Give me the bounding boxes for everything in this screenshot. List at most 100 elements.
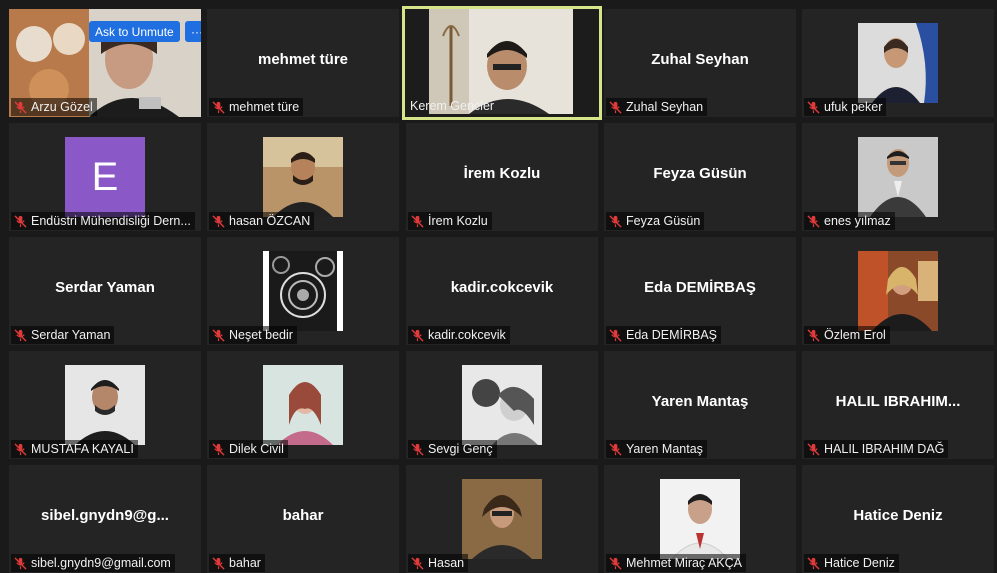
microphone-muted-icon (212, 328, 225, 342)
participant-tile[interactable]: Sevgi Genç (406, 351, 598, 459)
participant-name: Dilek Civil (229, 442, 284, 456)
participant-label: Mehmet Miraç AKÇA (606, 554, 747, 572)
participant-name: Kerem Gencler (410, 99, 495, 113)
more-options-button[interactable]: ··· (185, 21, 201, 42)
participant-label: MUSTAFA KAYALI (11, 440, 138, 458)
participant-label: İrem Kozlu (408, 212, 492, 230)
participant-tile[interactable]: bahar bahar (207, 465, 399, 573)
participant-tile[interactable]: E Endüstri Mühendisliği Dern... (9, 123, 201, 231)
microphone-muted-icon (212, 100, 225, 114)
participant-label: Endüstri Mühendisliği Dern... (11, 212, 195, 230)
participant-tile[interactable]: Dilek Civil (207, 351, 399, 459)
microphone-muted-icon (807, 442, 820, 456)
participant-tile[interactable]: Serdar Yaman Serdar Yaman (9, 237, 201, 345)
video-grid: Ask to Unmute ··· Arzu Gözel mehmet türe… (0, 0, 997, 573)
microphone-muted-icon (14, 556, 27, 570)
participant-label: Serdar Yaman (11, 326, 115, 344)
participant-label: hasan ÖZCAN (209, 212, 315, 230)
participant-tile[interactable]: Eda DEMİRBAŞ Eda DEMİRBAŞ (604, 237, 796, 345)
participant-tile[interactable]: MUSTAFA KAYALI (9, 351, 201, 459)
participant-tile[interactable]: Zuhal Seyhan Zuhal Seyhan (604, 9, 796, 117)
participant-tile[interactable]: Mehmet Miraç AKÇA (604, 465, 796, 573)
participant-tile[interactable]: Ask to Unmute ··· Arzu Gözel (9, 9, 201, 117)
participant-center-name: Eda DEMİRBAŞ (644, 279, 756, 296)
participant-center-name: Zuhal Seyhan (651, 51, 749, 68)
participant-center-name: bahar (282, 507, 324, 524)
participant-tile[interactable]: hasan ÖZCAN (207, 123, 399, 231)
participant-name: Eda DEMİRBAŞ (626, 328, 718, 342)
participant-tile[interactable]: sibel.gnydn9@g... sibel.gnydn9@gmail.com (9, 465, 201, 573)
participant-name: mehmet türe (229, 100, 300, 114)
participant-center-name: İrem Kozlu (463, 165, 541, 182)
participant-photo (462, 479, 542, 559)
active-speaker-tile[interactable]: Kerem Gencler (402, 6, 602, 120)
microphone-muted-icon (212, 556, 225, 570)
participant-label: ufuk peker (804, 98, 887, 116)
participant-name: Hatice Deniz (824, 556, 895, 570)
participant-label: kadir.cokcevik (408, 326, 510, 344)
participant-name: bahar (229, 556, 261, 570)
microphone-muted-icon (212, 442, 225, 456)
participant-tile[interactable]: Feyza Güsün Feyza Güsün (604, 123, 796, 231)
participant-center-name: Yaren Mantaş (651, 393, 749, 410)
microphone-muted-icon (609, 100, 622, 114)
participant-tile[interactable]: Neşet bedir (207, 237, 399, 345)
participant-center-name: mehmet türe (257, 51, 349, 68)
participant-name: enes yılmaz (824, 214, 891, 228)
participant-name: Hasan (428, 556, 465, 570)
participant-name: kadir.cokcevik (428, 328, 506, 342)
participant-photo (263, 137, 343, 217)
participant-avatar: E (65, 137, 145, 217)
participant-name: Endüstri Mühendisliği Dern... (31, 214, 191, 228)
participant-name: ufuk peker (824, 100, 883, 114)
participant-name: Zuhal Seyhan (626, 100, 704, 114)
participant-photo (263, 251, 343, 331)
microphone-muted-icon (807, 556, 820, 570)
participant-tile[interactable]: Hatice Deniz Hatice Deniz (802, 465, 994, 573)
participant-name: sibel.gnydn9@gmail.com (31, 556, 171, 570)
participant-name: Mehmet Miraç AKÇA (626, 556, 743, 570)
participant-tile[interactable]: Özlem Erol (802, 237, 994, 345)
participant-name: Serdar Yaman (31, 328, 111, 342)
participant-tile[interactable]: ufuk peker (802, 9, 994, 117)
ask-to-unmute-button[interactable]: Ask to Unmute (89, 21, 180, 42)
participant-center-name: HALIL IBRAHIM... (835, 393, 961, 410)
participant-tile[interactable]: mehmet türe mehmet türe (207, 9, 399, 117)
participant-name: HALIL IBRAHIM DAĞ (824, 442, 945, 456)
participant-photo (462, 365, 542, 445)
participant-name: Neşet bedir (229, 328, 293, 342)
participant-label: bahar (209, 554, 265, 572)
participant-tile[interactable]: HALIL IBRAHIM... HALIL IBRAHIM DAĞ (802, 351, 994, 459)
participant-label: Feyza Güsün (606, 212, 705, 230)
microphone-muted-icon (609, 328, 622, 342)
microphone-muted-icon (411, 214, 424, 228)
participant-photo (263, 365, 343, 445)
participant-tile[interactable]: kadir.cokcevik kadir.cokcevik (406, 237, 598, 345)
microphone-muted-icon (609, 556, 622, 570)
participant-center-name: Feyza Güsün (653, 165, 747, 182)
microphone-muted-icon (14, 442, 27, 456)
participant-tile[interactable]: Yaren Mantaş Yaren Mantaş (604, 351, 796, 459)
microphone-muted-icon (14, 100, 27, 114)
participant-label: Hatice Deniz (804, 554, 899, 572)
participant-name: hasan ÖZCAN (229, 214, 311, 228)
participant-name: Yaren Mantaş (626, 442, 703, 456)
participant-label: Yaren Mantaş (606, 440, 707, 458)
microphone-muted-icon (14, 328, 27, 342)
participant-name: İrem Kozlu (428, 214, 488, 228)
participant-tile[interactable]: enes yılmaz (802, 123, 994, 231)
microphone-muted-icon (609, 442, 622, 456)
microphone-muted-icon (807, 328, 820, 342)
participant-tile[interactable]: İrem Kozlu İrem Kozlu (406, 123, 598, 231)
participant-label: mehmet türe (209, 98, 304, 116)
participant-photo (858, 23, 938, 103)
participant-name: MUSTAFA KAYALI (31, 442, 134, 456)
participant-tile[interactable]: Hasan (406, 465, 598, 573)
participant-label: enes yılmaz (804, 212, 895, 230)
participant-photo (858, 251, 938, 331)
participant-label: Arzu Gözel (11, 98, 97, 116)
microphone-muted-icon (609, 214, 622, 228)
participant-center-name: sibel.gnydn9@g... (41, 507, 169, 524)
participant-label: Kerem Gencler (407, 97, 498, 115)
participant-name: Sevgi Genç (428, 442, 493, 456)
